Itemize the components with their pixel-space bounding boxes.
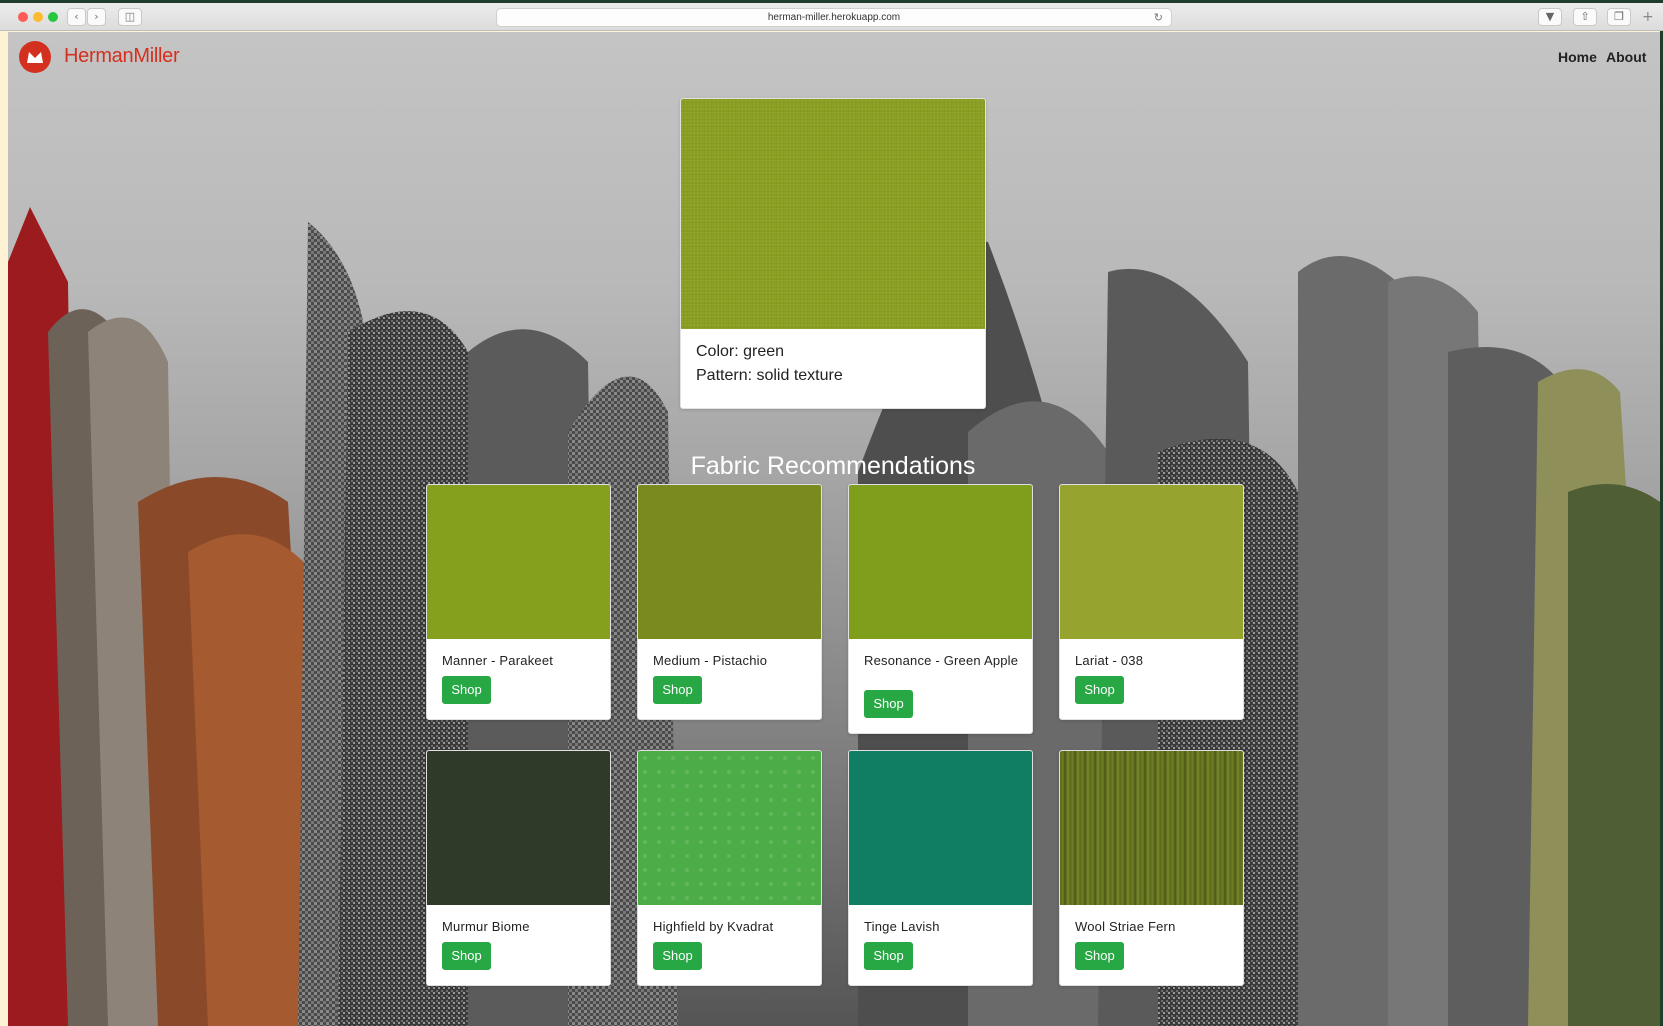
fabric-name: Medium - Pistachio xyxy=(653,653,768,668)
fabric-card: Medium - Pistachio Shop xyxy=(637,484,822,720)
nav-about-link[interactable]: About xyxy=(1606,49,1646,65)
page-viewport: HermanMiller Home About Color: green Pat… xyxy=(8,32,1660,1026)
shop-button[interactable]: Shop xyxy=(1075,942,1124,970)
fabric-swatch xyxy=(427,751,610,905)
fabric-name: Resonance - Green Apple xyxy=(864,653,1019,668)
fabric-card: Tinge Lavish Shop xyxy=(848,750,1033,986)
site-navbar: HermanMiller Home About xyxy=(8,32,1660,82)
fabric-name: Highfield by Kvadrat xyxy=(653,919,774,934)
browser-toolbar: ‹ › ◫ herman-miller.herokuapp.com ↻ ▼ ⇧ … xyxy=(0,3,1663,31)
fabric-swatch xyxy=(849,751,1032,905)
download-icon[interactable]: ▼ xyxy=(1538,8,1562,26)
fabric-card: Manner - Parakeet Shop xyxy=(426,484,611,720)
fabric-swatch xyxy=(849,485,1032,639)
fabric-swatch xyxy=(1060,751,1243,905)
chevron-left-icon[interactable]: ‹ xyxy=(67,8,86,26)
minimize-window-button[interactable] xyxy=(33,12,43,22)
shop-button[interactable]: Shop xyxy=(1075,676,1124,704)
logo-glyph xyxy=(27,52,43,63)
share-icon[interactable]: ⇧ xyxy=(1573,8,1597,26)
query-fabric-swatch xyxy=(681,99,985,329)
plus-icon[interactable]: + xyxy=(1642,9,1654,25)
fabric-swatch xyxy=(1060,485,1243,639)
query-fabric-card: Color: green Pattern: solid texture xyxy=(680,98,986,409)
fabric-swatch xyxy=(427,485,610,639)
shop-button[interactable]: Shop xyxy=(442,676,491,704)
fabric-card: Resonance - Green Apple Shop xyxy=(848,484,1033,734)
sidebar-icon[interactable]: ◫ xyxy=(118,8,142,26)
tabs-icon[interactable]: ❐ xyxy=(1607,8,1631,26)
fabric-color-label: Color: green xyxy=(696,343,785,360)
fabric-swatch xyxy=(638,751,821,905)
fabric-name: Murmur Biome xyxy=(442,919,530,934)
chevron-right-icon[interactable]: › xyxy=(87,8,106,26)
fabric-card: Highfield by Kvadrat Shop xyxy=(637,750,822,986)
fabric-name: Manner - Parakeet xyxy=(442,653,554,668)
fabric-card: Wool Striae Fern Shop xyxy=(1059,750,1244,986)
fabric-name: Tinge Lavish xyxy=(864,919,940,934)
shop-button[interactable]: Shop xyxy=(864,942,913,970)
fabric-swatch xyxy=(638,485,821,639)
shop-button[interactable]: Shop xyxy=(653,676,702,704)
fabric-name: Wool Striae Fern xyxy=(1075,919,1176,934)
fabric-card: Murmur Biome Shop xyxy=(426,750,611,986)
close-window-button[interactable] xyxy=(18,12,28,22)
shop-button[interactable]: Shop xyxy=(442,942,491,970)
url-text: herman-miller.herokuapp.com xyxy=(767,12,901,23)
shop-button[interactable]: Shop xyxy=(864,690,913,718)
shop-button[interactable]: Shop xyxy=(653,942,702,970)
fabric-name: Lariat - 038 xyxy=(1075,653,1144,668)
herman-miller-logo-icon[interactable] xyxy=(19,41,51,73)
maximize-window-button[interactable] xyxy=(48,12,58,22)
nav-home-link[interactable]: Home xyxy=(1558,49,1597,65)
window-left-border xyxy=(0,3,8,1026)
recommendations-heading: Fabric Recommendations xyxy=(690,452,976,480)
address-bar[interactable]: herman-miller.herokuapp.com ↻ xyxy=(496,8,1172,27)
reload-icon[interactable]: ↻ xyxy=(1154,9,1163,26)
fabric-pattern-label: Pattern: solid texture xyxy=(696,367,843,384)
fabric-card: Lariat - 038 Shop xyxy=(1059,484,1244,720)
brand-name[interactable]: HermanMiller xyxy=(64,45,180,68)
